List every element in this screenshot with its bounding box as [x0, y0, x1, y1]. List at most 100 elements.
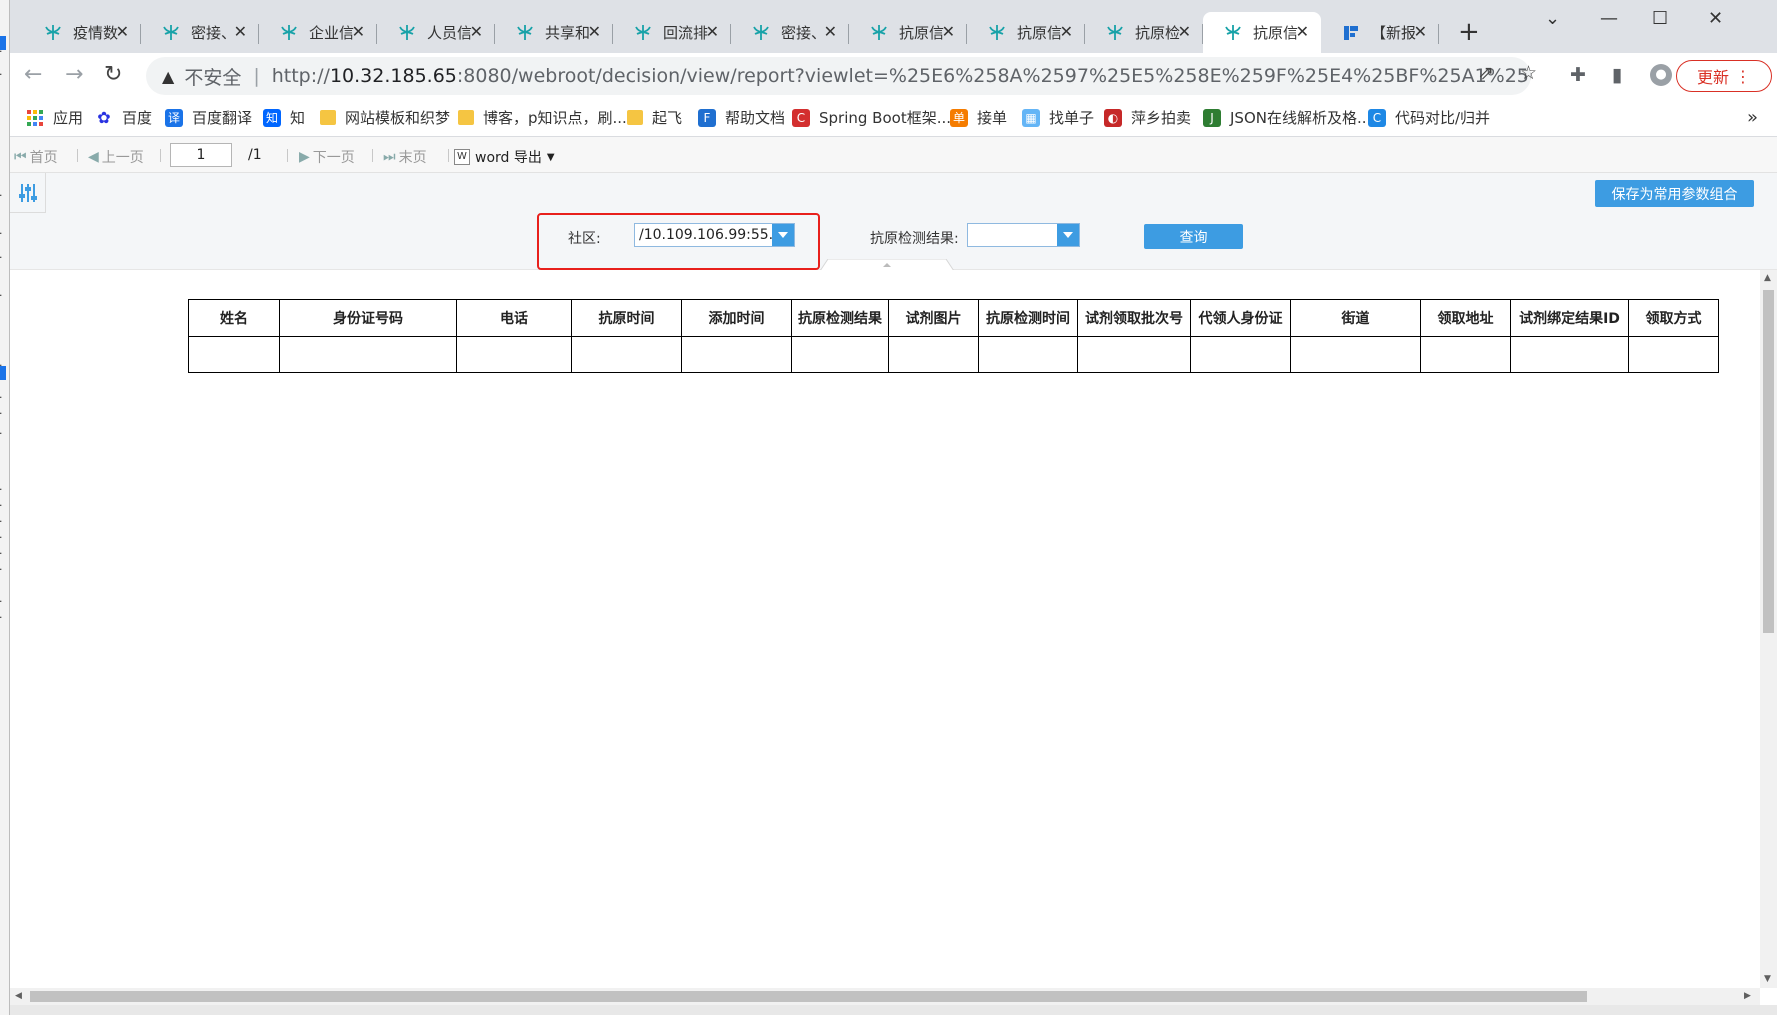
window-close-button[interactable]: ✕ — [1708, 8, 1723, 29]
last-page-button[interactable]: ⏭ 末页 — [383, 147, 427, 167]
bookmark-label: 代码对比/归并 — [1395, 109, 1491, 127]
word-export-button[interactable]: Wword 导出 ▼ — [454, 147, 555, 167]
bookmark-item[interactable]: C Spring Boot框架... — [792, 107, 951, 128]
background-window-fragment: · — [0, 532, 3, 544]
next-page-icon: ▶ — [299, 149, 310, 165]
table-column-header: 试剂领取批次号 — [1077, 299, 1191, 337]
toolbar-separator — [372, 149, 373, 162]
tab-item[interactable]: 回流排 ✕ — [613, 12, 731, 53]
result-select[interactable] — [967, 223, 1080, 247]
tab-close-icon[interactable]: ✕ — [352, 22, 365, 42]
page-number-input[interactable]: 1 — [170, 143, 232, 167]
tab-close-icon[interactable]: ✕ — [706, 22, 719, 42]
tab-item[interactable]: 企业信 ✕ — [259, 12, 377, 53]
apps-grid-icon — [26, 109, 44, 127]
first-page-button[interactable]: ⏮ 首页 — [14, 147, 58, 167]
table-row — [188, 336, 1719, 373]
bookmark-item[interactable]: ◐ 萍乡拍卖 — [1104, 107, 1191, 128]
scroll-up-icon[interactable]: ▲ — [1764, 273, 1771, 283]
side-panel-icon[interactable]: ▮ — [1612, 64, 1622, 86]
minimize-button[interactable]: — — [1600, 8, 1618, 29]
tab-close-icon[interactable]: ✕ — [588, 22, 601, 42]
vertical-scrollbar[interactable]: ▲ ▼ — [1760, 270, 1777, 988]
tab-item[interactable]: 抗原信 ✕ — [1203, 12, 1321, 53]
tab-close-icon[interactable]: ✕ — [824, 22, 837, 42]
bookmark-item[interactable]: 博客，p知识点，刷... — [458, 107, 627, 128]
query-button[interactable]: 查询 — [1144, 224, 1243, 249]
bookmark-item[interactable]: 单接单 — [950, 107, 1007, 128]
tab-close-icon[interactable]: ✕ — [1296, 22, 1309, 42]
bookmarks-overflow-button[interactable]: » — [1747, 107, 1758, 128]
bookmark-item[interactable]: 应用 — [26, 107, 83, 128]
tab-close-icon[interactable]: ✕ — [1414, 22, 1427, 42]
horizontal-scrollbar[interactable]: ◀ ▶ — [10, 988, 1760, 1005]
bookmark-item[interactable]: F 帮助文档 — [698, 107, 785, 128]
tab-close-icon[interactable]: ✕ — [1060, 22, 1073, 42]
table-column-header: 领取方式 — [1628, 299, 1719, 337]
bookmark-item[interactable]: 译百度翻译 — [165, 107, 252, 128]
prev-page-button[interactable]: ◀ 上一页 — [88, 147, 144, 167]
bookmark-item[interactable]: 知知 — [263, 107, 305, 128]
table-cell — [1420, 336, 1511, 373]
table-cell — [1510, 336, 1629, 373]
tab-item[interactable]: 共享和 ✕ — [495, 12, 613, 53]
tab-close-icon[interactable]: ✕ — [116, 22, 129, 42]
parameter-toggle-button[interactable] — [10, 173, 46, 213]
site-favicon-icon — [397, 23, 417, 43]
scroll-right-icon[interactable]: ▶ — [1744, 991, 1751, 1001]
bookmark-item[interactable]: 起飞 — [627, 107, 682, 128]
tab-close-icon[interactable]: ✕ — [1178, 22, 1191, 42]
browser-toolbar: ← → ↻ ▲ 不安全 | http://10.32.185.65:8080/w… — [10, 53, 1777, 99]
tab-item[interactable]: 抗原检 ✕ — [1085, 12, 1203, 53]
scroll-left-icon[interactable]: ◀ — [15, 991, 22, 1001]
bookmark-item[interactable]: 网站模板和织梦 — [320, 107, 450, 128]
tab-close-icon[interactable]: ✕ — [234, 22, 247, 42]
reload-button[interactable]: ↻ — [104, 63, 122, 87]
bookmark-star-icon[interactable]: ☆ — [1520, 62, 1537, 84]
new-tab-button[interactable]: + — [1458, 18, 1480, 46]
toolbar-separator — [448, 149, 449, 162]
update-button[interactable]: 更新 ⋮ — [1676, 60, 1772, 92]
forward-button[interactable]: → — [65, 63, 83, 87]
warning-icon: ▲ — [162, 66, 175, 86]
horizontal-scroll-thumb[interactable] — [30, 991, 1587, 1002]
tab-item[interactable]: 密接、 ✕ — [731, 12, 849, 53]
chevron-down-icon — [1063, 232, 1073, 238]
tab-search-icon[interactable]: ⌄ — [1545, 8, 1560, 29]
tab-item[interactable]: 密接、 ✕ — [141, 12, 259, 53]
bookmark-item[interactable]: ▦ 找单子 — [1022, 107, 1094, 128]
tab-close-icon[interactable]: ✕ — [470, 22, 483, 42]
save-params-button[interactable]: 保存为常用参数组合 — [1595, 180, 1754, 207]
bookmark-item[interactable]: ✿ 百度 — [95, 107, 152, 128]
scroll-down-icon[interactable]: ▼ — [1764, 974, 1771, 984]
back-button[interactable]: ← — [24, 63, 42, 87]
tab-item[interactable]: 【新报 ✕ — [1321, 12, 1439, 53]
tab-item[interactable]: 人员信 ✕ — [377, 12, 495, 53]
extensions-icon[interactable]: ✚ — [1570, 64, 1586, 86]
word-icon: W — [454, 149, 470, 165]
bookmark-item[interactable]: C 代码对比/归并 — [1368, 107, 1490, 128]
next-page-button[interactable]: ▶ 下一页 — [299, 147, 355, 167]
profile-avatar-icon[interactable]: ● — [1650, 64, 1672, 86]
highlight-annotation — [537, 213, 820, 270]
background-window-fragment: · — [0, 564, 3, 576]
share-icon[interactable]: ⇗ — [1478, 62, 1494, 84]
table-column-header: 代领人身份证 — [1190, 299, 1291, 337]
tab-item[interactable]: 疫情数 ✕ — [23, 12, 141, 53]
address-bar[interactable]: ▲ 不安全 | http://10.32.185.65:8080/webroot… — [146, 57, 1531, 95]
result-dropdown-button[interactable] — [1057, 224, 1079, 246]
background-window-fragment: · — [0, 612, 3, 624]
vertical-scroll-thumb[interactable] — [1763, 290, 1774, 633]
table-cell — [791, 336, 889, 373]
table-cell — [188, 336, 280, 373]
tab-item[interactable]: 抗原信 ✕ — [967, 12, 1085, 53]
tab-close-icon[interactable]: ✕ — [942, 22, 955, 42]
maximize-button[interactable]: ☐ — [1652, 8, 1668, 29]
tab-item[interactable]: 抗原信 ✕ — [849, 12, 967, 53]
bookmark-label: 接单 — [977, 109, 1008, 127]
background-window-fragment: · — [0, 190, 3, 202]
background-window-fragment: · — [0, 408, 3, 420]
report-toolbar: ⏮ 首页 ◀ 上一页 1 /1 ▶ 下一页 ⏭ 末页 Wword 导出 ▼ — [10, 137, 1777, 173]
toolbar-separator — [287, 149, 288, 162]
bookmark-item[interactable]: J JSON在线解析及格... — [1203, 107, 1371, 128]
